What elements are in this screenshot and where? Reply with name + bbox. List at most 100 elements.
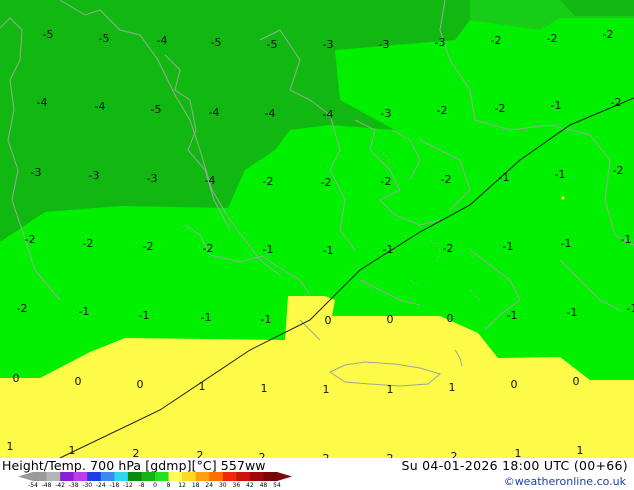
temperature-label: -1 [621, 233, 632, 246]
temperature-map: -5 -5 -4 -5 -5 -3 -3 -3 -2 -2 -2 -4 -4 -5 -4 -4 -4 -3 -2 -2… [0, 0, 634, 458]
temperature-label: -1 [139, 309, 150, 322]
temperature-label: -1 [263, 243, 274, 256]
temperature-label: 0 [573, 375, 580, 388]
temperature-label: -1 [323, 244, 334, 257]
legend-swatch [33, 472, 47, 481]
temperature-label: -2 [321, 176, 332, 189]
legend-swatch [236, 472, 251, 481]
temperature-label: -1 [561, 237, 572, 250]
legend-swatch [209, 472, 224, 481]
temperature-label: -2 [495, 102, 506, 115]
temperature-label: 2 [197, 449, 204, 458]
temperature-label: -2 [603, 28, 614, 41]
temperature-label: -1 [551, 99, 562, 112]
temperature-label: 1 [7, 440, 14, 453]
temperature-label: -2 [611, 96, 622, 109]
legend-arrow-left [18, 472, 33, 481]
temperature-label: -4 [323, 108, 334, 121]
temperature-label: -1 [79, 305, 90, 318]
temperature-label: 1 [69, 444, 76, 457]
legend-tick-label: -18 [109, 482, 120, 489]
temperature-label: -2 [143, 240, 154, 253]
legend-swatch [46, 472, 61, 481]
temperature-label: 1 [261, 382, 268, 395]
legend-swatch [114, 472, 129, 481]
temperature-label: -2 [491, 34, 502, 47]
temperature-label: -2 [547, 32, 558, 45]
temperature-label: -1 [201, 311, 212, 324]
temperature-label: -3 [89, 169, 100, 182]
legend-swatch [182, 472, 196, 481]
temperature-label: -4 [95, 100, 106, 113]
temperature-label: -2 [613, 164, 624, 177]
temperature-label: 0 [447, 312, 454, 325]
legend-swatch [87, 472, 102, 481]
legend-tick-label: -30 [82, 482, 93, 489]
legend-swatch [73, 472, 88, 481]
legend-tick-label: -8 [138, 482, 145, 489]
temperature-label: -3 [147, 172, 158, 185]
temperature-label: 1 [515, 447, 522, 458]
temperature-label: -1 [567, 306, 578, 319]
temperature-label: -2 [437, 104, 448, 117]
legend-swatch [263, 472, 278, 481]
temperature-label: 2 [133, 447, 140, 458]
legend-swatch [60, 472, 74, 481]
legend-tick-label: 18 [191, 482, 200, 489]
legend-tick-label: -38 [68, 482, 79, 489]
temperature-label: 1 [387, 383, 394, 396]
legend-swatch [168, 472, 183, 481]
temperature-label: 0 [387, 313, 394, 326]
temperature-label: -2 [25, 233, 36, 246]
temperature-label: -3 [31, 166, 42, 179]
temperature-label: -4 [157, 34, 168, 47]
temperature-label: -4 [205, 174, 216, 187]
legend-tick-label: 24 [205, 482, 214, 489]
credit-link[interactable]: ©weatheronline.co.uk [504, 475, 626, 488]
temperature-label: 1 [577, 444, 584, 457]
legend-tick-label: -48 [41, 482, 52, 489]
legend-swatch [141, 472, 156, 481]
temperature-label: 2 [259, 451, 266, 458]
color-legend-ticks: -54 -48 -42 -38 -30 -24 -18 -12 -8 0 8 12 18 24 30 36 42… [0, 482, 300, 490]
temperature-label: 1 [199, 380, 206, 393]
temperature-label: 0 [511, 378, 518, 391]
temperature-label: -1 [555, 168, 566, 181]
temperature-label: -2 [381, 175, 392, 188]
temperature-label: 0 [75, 375, 82, 388]
temperature-label: -5 [211, 36, 222, 49]
legend-swatch [195, 472, 210, 481]
color-legend [18, 472, 292, 481]
legend-tick-label: 36 [232, 482, 241, 489]
legend-tick-label: 30 [218, 482, 227, 489]
temperature-label: -4 [37, 96, 48, 109]
temperature-label: -2 [83, 237, 94, 250]
temperature-label: -5 [43, 28, 54, 41]
legend-swatch [249, 472, 264, 481]
temperature-label: -1 [383, 243, 394, 256]
temperature-label: 0 [137, 378, 144, 391]
temperature-label: 1 [323, 383, 330, 396]
temperature-label: -1 [499, 171, 510, 184]
legend-swatch [127, 472, 142, 481]
temperature-label: -1 [627, 302, 634, 315]
temperature-label: -1 [261, 313, 272, 326]
temperature-label: -1 [507, 309, 518, 322]
temperature-label: -1 [503, 240, 514, 253]
temperature-label: -5 [267, 38, 278, 51]
temperature-label: -2 [263, 175, 274, 188]
legend-tick-label: -42 [55, 482, 66, 489]
legend-swatch [222, 472, 237, 481]
marker-dot [561, 196, 565, 200]
temperature-label: 2 [451, 450, 458, 458]
legend-arrow-right [277, 472, 292, 481]
temperature-label: -5 [99, 32, 110, 45]
temperature-label: -2 [17, 302, 28, 315]
map-panel: -5 -5 -4 -5 -5 -3 -3 -3 -2 -2 -2 -4 -4 -5 -4 -4 -4 -3 -2 -2… [0, 0, 634, 458]
legend-swatch [100, 472, 115, 481]
legend-tick-label: 12 [178, 482, 186, 489]
temperature-label: 1 [449, 381, 456, 394]
forecast-datetime: Su 04-01-2026 18:00 UTC (00+66) [401, 458, 628, 473]
temperature-label: -3 [379, 38, 390, 51]
temperature-label: -3 [381, 107, 392, 120]
